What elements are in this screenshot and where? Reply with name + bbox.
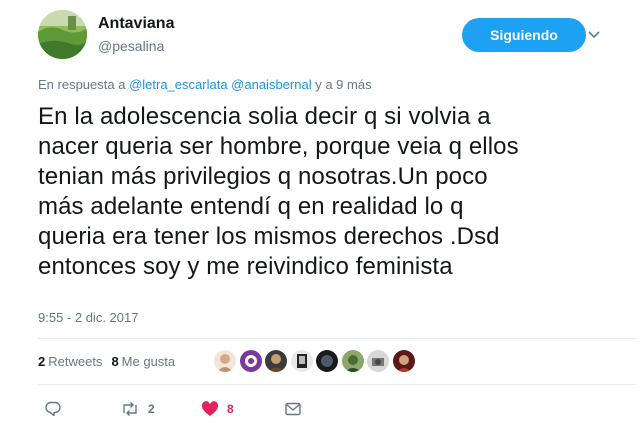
reply-prefix: En respuesta a	[38, 77, 126, 92]
liker-avatar[interactable]	[316, 350, 338, 372]
tweet-text-line: tenian más privilegios q nosotras.Un poc…	[38, 163, 488, 190]
mention-link[interactable]: @letra_escarlata	[129, 77, 227, 92]
user-names: Antaviana @pesalina	[98, 14, 174, 56]
retweets-stat[interactable]: 2 Retweets	[38, 354, 102, 369]
reply-conjunction: y	[315, 77, 322, 92]
user-handle[interactable]: @pesalina	[98, 36, 174, 56]
reply-button[interactable]	[44, 398, 62, 420]
liker-avatar[interactable]	[265, 350, 287, 372]
tweet-text-line: más adelante entendí q en realidad lo q	[38, 193, 464, 220]
retweets-count: 2	[38, 354, 46, 369]
likes-stat[interactable]: 8 Me gusta	[111, 354, 175, 369]
tweet-text-line: En la adolescencia solia decir q si volv…	[38, 103, 491, 130]
direct-message-button[interactable]	[284, 398, 302, 420]
reply-icon	[44, 400, 62, 418]
reply-context: En respuesta a @letra_escarlata @anaisbe…	[38, 77, 372, 92]
liker-avatar[interactable]	[239, 350, 262, 372]
tweet-text-line: entonces soy y me reivindico feminista	[38, 253, 453, 280]
like-button[interactable]: 8	[201, 398, 234, 420]
display-name[interactable]: Antaviana	[98, 14, 174, 34]
tweet-text: En la adolescencia solia decir q si volv…	[38, 102, 638, 282]
likes-count: 8	[111, 354, 119, 369]
tweet-stats: 2 Retweets 8 Me gusta	[38, 354, 184, 369]
divider	[38, 338, 636, 339]
following-button[interactable]: Siguiendo	[462, 18, 586, 52]
mention-link[interactable]: @anaisbernal	[231, 77, 311, 92]
chevron-down-icon[interactable]	[586, 26, 602, 42]
message-icon	[284, 400, 302, 418]
liker-avatar[interactable]	[290, 350, 313, 372]
retweet-button[interactable]: 2	[120, 398, 155, 420]
tweet-text-line: queria era tener los mismos derechos .Ds…	[38, 223, 500, 250]
tweet-text-line: nacer queria ser hombre, porque veia q e…	[38, 133, 519, 160]
retweet-count: 2	[148, 402, 155, 416]
likers-avatars	[214, 350, 418, 372]
tweet-timestamp[interactable]: 9:55 - 2 dic. 2017	[38, 310, 138, 325]
retweet-icon	[120, 400, 140, 418]
like-count: 8	[227, 402, 234, 416]
reply-more[interactable]: a 9 más	[325, 77, 371, 92]
retweets-label: Retweets	[48, 354, 103, 369]
avatar[interactable]	[38, 10, 87, 59]
liker-avatar[interactable]	[367, 350, 389, 372]
liker-avatar[interactable]	[392, 350, 415, 372]
divider	[38, 384, 636, 385]
heart-icon	[201, 400, 219, 418]
liker-avatar[interactable]	[214, 350, 236, 372]
likes-label: Me gusta	[121, 354, 176, 369]
tweet-header: Antaviana @pesalina Siguiendo	[38, 10, 633, 60]
liker-avatar[interactable]	[341, 350, 364, 372]
